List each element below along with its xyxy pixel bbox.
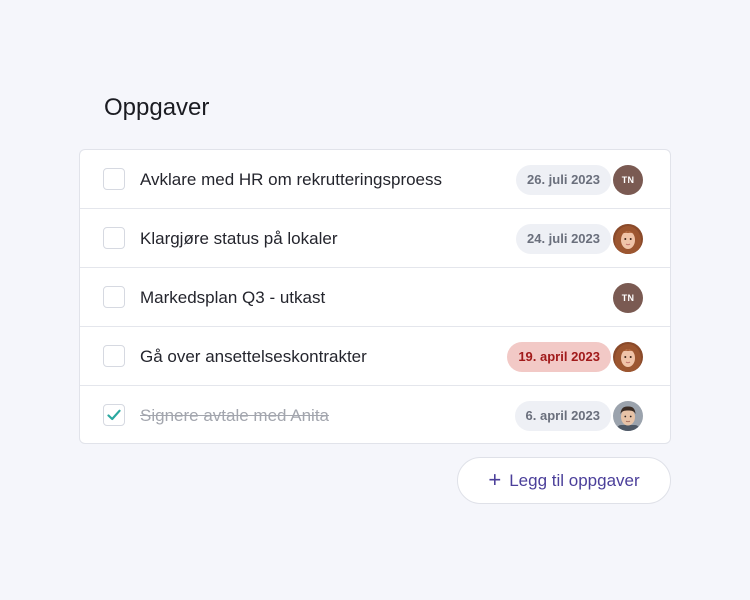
task-label[interactable]: Gå over ansettelseskontrakter — [140, 347, 367, 367]
task-row-completed: Signere avtale med Anita 6. april 2023 — [80, 386, 670, 445]
woman-avatar-icon — [613, 342, 643, 372]
task-row: Markedsplan Q3 - utkast TN — [80, 268, 670, 327]
task-list: Avklare med HR om rekrutteringsproess 26… — [79, 149, 671, 444]
page-title: Oppgaver — [104, 94, 210, 121]
assignee-avatar[interactable] — [613, 401, 643, 431]
task-meta: 26. juli 2023 TN — [516, 165, 643, 195]
add-task-button[interactable]: + Legg til oppgaver — [457, 457, 671, 504]
add-task-label: Legg til oppgaver — [509, 470, 640, 490]
checkmark-icon — [107, 409, 121, 421]
task-meta: 24. juli 2023 — [516, 224, 643, 254]
plus-icon: + — [488, 466, 502, 492]
assignee-avatar[interactable]: TN — [613, 283, 643, 313]
due-date-badge-overdue: 19. april 2023 — [507, 342, 611, 372]
assignee-avatar[interactable] — [613, 342, 643, 372]
task-checkbox[interactable] — [103, 227, 125, 249]
task-label[interactable]: Signere avtale med Anita — [140, 406, 329, 426]
assignee-avatar[interactable]: TN — [613, 165, 643, 195]
task-label[interactable]: Markedsplan Q3 - utkast — [140, 288, 325, 308]
due-date-badge: 6. april 2023 — [514, 401, 611, 431]
task-checkbox[interactable] — [103, 345, 125, 367]
task-meta: 19. april 2023 — [507, 342, 643, 372]
task-label[interactable]: Klargjøre status på lokaler — [140, 229, 337, 249]
task-row: Avklare med HR om rekrutteringsproess 26… — [80, 150, 670, 209]
task-checkbox[interactable] — [103, 168, 125, 190]
task-meta: 6. april 2023 — [514, 401, 643, 431]
due-date-badge: 26. juli 2023 — [516, 165, 611, 195]
task-row: Gå over ansettelseskontrakter 19. april … — [80, 327, 670, 386]
task-label[interactable]: Avklare med HR om rekrutteringsproess — [140, 170, 442, 190]
task-meta: TN — [613, 283, 643, 313]
due-date-badge: 24. juli 2023 — [516, 224, 611, 254]
assignee-avatar[interactable] — [613, 224, 643, 254]
task-checkbox[interactable] — [103, 286, 125, 308]
task-row: Klargjøre status på lokaler 24. juli 202… — [80, 209, 670, 268]
man-avatar-icon — [613, 401, 643, 431]
task-checkbox-checked[interactable] — [103, 404, 125, 426]
woman-avatar-icon — [613, 224, 643, 254]
page: Oppgaver Avklare med HR om rekrutterings… — [0, 0, 750, 600]
